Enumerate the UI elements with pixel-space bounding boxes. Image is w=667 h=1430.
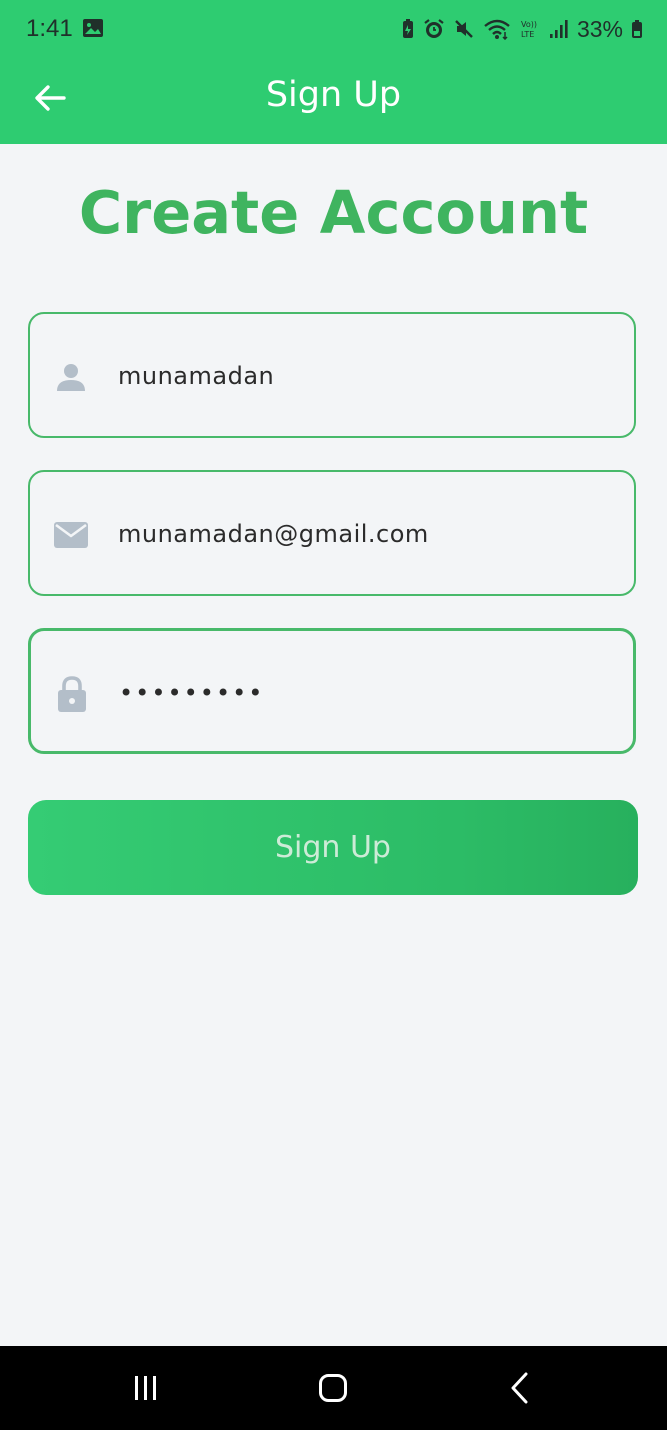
signup-button-label: Sign Up [275,830,391,865]
person-icon [52,358,90,396]
system-back-button[interactable] [498,1368,542,1412]
svg-text:LTE: LTE [521,30,534,39]
signup-button[interactable]: Sign Up [28,800,638,895]
email-field[interactable] [28,470,636,596]
lock-icon [53,675,91,713]
signal-icon [549,19,569,39]
app-bar-title: Sign Up [265,75,402,115]
volte-icon: Vo)) LTE [519,18,541,40]
gallery-icon [82,18,104,38]
app-bar: Sign Up [0,58,667,144]
mail-icon [52,516,90,554]
status-icons: Vo)) LTE 33% [401,14,643,44]
home-icon [318,1373,348,1408]
battery-icon [631,19,643,39]
password-field[interactable] [28,628,636,754]
email-input[interactable] [118,512,618,556]
username-input[interactable] [118,354,618,398]
status-bar: 1:41 Vo)) LTE 33% [0,0,667,58]
back-chevron-icon [509,1372,531,1409]
wifi-icon [483,18,511,40]
status-time: 1:41 [26,15,73,42]
battery-saver-icon [401,18,415,40]
battery-percent: 33% [576,15,623,42]
mute-icon [453,18,475,40]
page-title: Create Account [78,178,589,247]
username-field[interactable] [28,312,636,438]
alarm-icon [423,18,445,40]
system-nav-bar [0,1346,667,1430]
svg-text:Vo)): Vo)) [521,20,537,29]
home-button[interactable] [311,1368,355,1412]
recents-icon [131,1374,161,1407]
recents-button[interactable] [124,1368,168,1412]
password-input[interactable] [119,671,619,715]
